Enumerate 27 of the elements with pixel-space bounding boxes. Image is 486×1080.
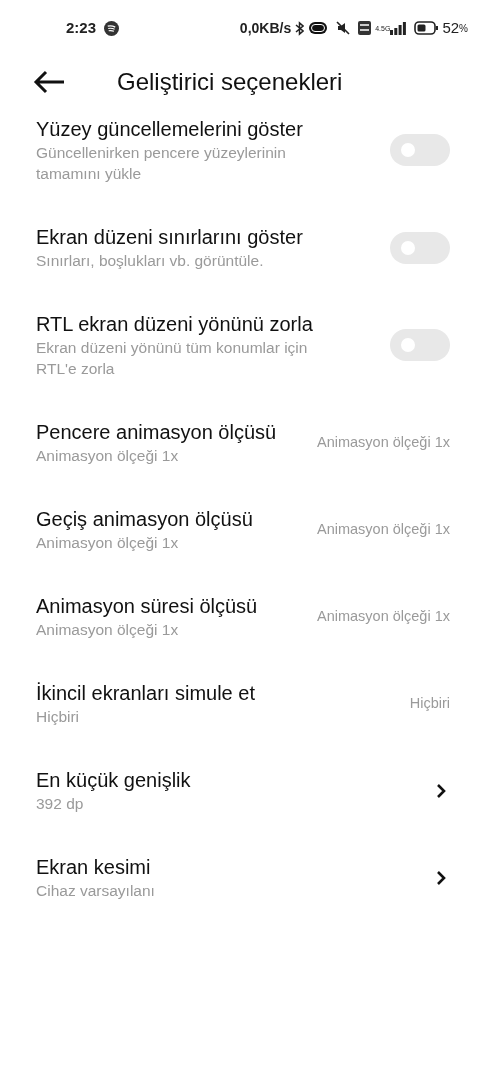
setting-title: RTL ekran düzeni yönünü zorla [36, 312, 314, 337]
setting-title: Yüzey güncellemelerini göster [36, 117, 304, 142]
setting-value: Animasyon ölçeği 1x [317, 606, 450, 626]
setting-description: Hiçbiri [36, 707, 81, 727]
setting-title: İkincil ekranları simule et [36, 681, 256, 706]
setting-title: Pencere animasyon ölçüsü [36, 420, 277, 445]
page-title: Geliştirici seçenekleri [117, 67, 343, 97]
setting-description: 392 dp [36, 794, 85, 814]
setting-description: Güncellenirken pencere yüzeylerinin tamamını yükle [36, 143, 287, 184]
setting-title: En küçük genişlik [36, 768, 192, 793]
percent-sign: % [459, 21, 468, 36]
setting-description: Sınırları, boşlukları vb. görüntüle. [36, 251, 265, 271]
setting-description: Animasyon ölçeği 1x [36, 446, 180, 466]
setting-description: Animasyon ölçeği 1x [36, 533, 180, 553]
setting-description: Animasyon ölçeği 1x [36, 620, 180, 640]
setting-value: Animasyon ölçeği 1x [317, 432, 450, 452]
setting-title: Geçiş animasyon ölçüsü [36, 507, 254, 532]
setting-value: Hiçbiri [409, 693, 450, 713]
setting-title: Animasyon süresi ölçüsü [36, 594, 259, 619]
setting-value: Animasyon ölçeği 1x [317, 519, 450, 539]
network-speed: 0,0KB/s [239, 18, 292, 38]
setting-title: Ekran düzeni sınırlarını göster [36, 225, 304, 250]
setting-title: Ekran kesimi [36, 855, 152, 880]
setting-description: Ekran düzeni yönünü tüm konumlar için RTL'e zorla [36, 338, 309, 379]
setting-description: Cihaz varsayılanı [36, 881, 156, 901]
clock: 2:23 [66, 17, 97, 38]
battery-percent: 52 [442, 17, 460, 38]
